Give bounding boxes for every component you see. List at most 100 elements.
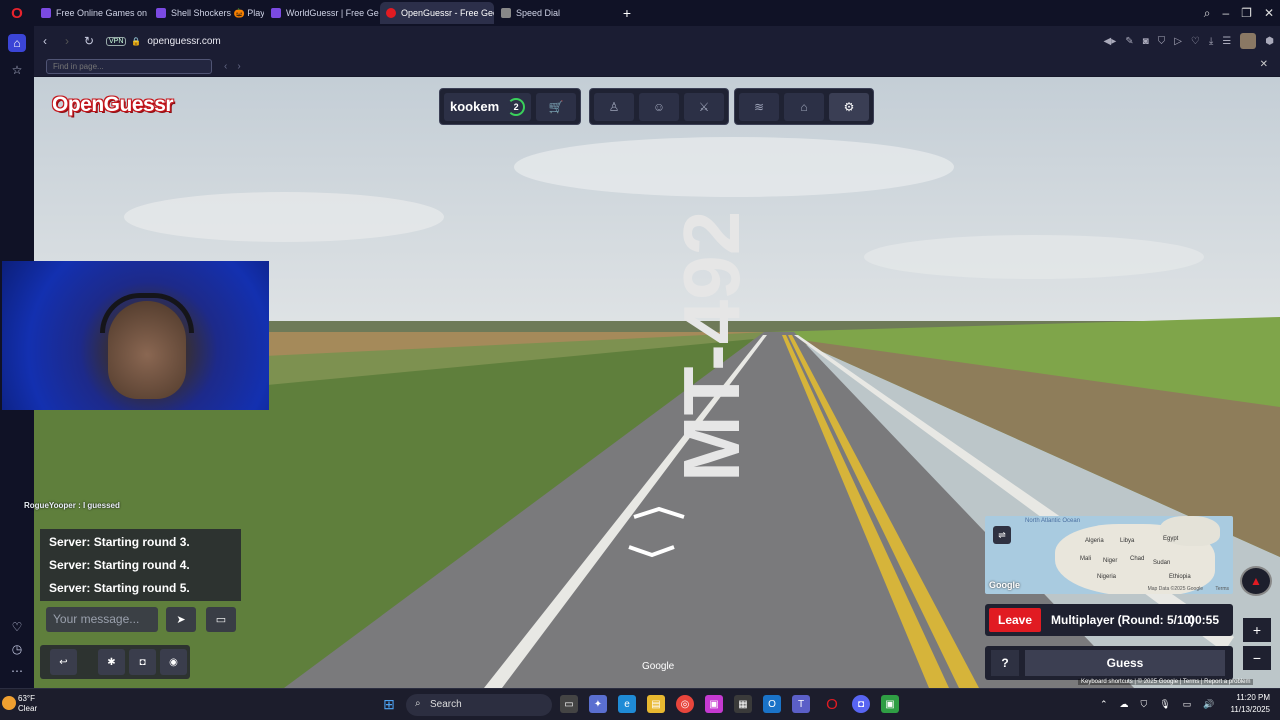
leave-button[interactable]: Leave xyxy=(989,608,1041,632)
terms-link[interactable]: Terms xyxy=(1183,679,1199,685)
find-next-icon[interactable]: › xyxy=(237,61,240,72)
chat-bubble-icon[interactable]: ▭ xyxy=(206,607,236,632)
bookmarks-star-icon[interactable]: ☆ xyxy=(8,61,26,79)
shop-cart-icon[interactable]: 🛒 xyxy=(536,92,577,121)
round-timer: 00:55 xyxy=(1188,613,1219,627)
user-profile-button[interactable]: kookem 2 xyxy=(444,92,532,121)
home-icon[interactable]: ⌂ xyxy=(8,34,26,52)
url-field[interactable]: openguessr.com xyxy=(147,36,220,47)
copilot-icon[interactable]: ✦ xyxy=(589,695,607,713)
edit-icon[interactable]: ✎ xyxy=(1125,36,1133,47)
game-action-row: ↩ ✱ ◘ ◉ xyxy=(40,645,190,679)
search-label: Search xyxy=(430,699,462,710)
minimize-button[interactable]: – xyxy=(1222,6,1229,20)
volume-icon[interactable]: 🔊 xyxy=(1203,699,1214,710)
download-icon[interactable]: ⤓ xyxy=(1209,36,1213,47)
send-icon[interactable]: ➤ xyxy=(166,607,196,632)
find-prev-icon[interactable]: ‹ xyxy=(224,61,227,72)
tab-shell-shockers[interactable]: Shell Shockers 🎃 Play on xyxy=(150,2,264,24)
history-clock-icon[interactable]: ◷ xyxy=(8,640,26,658)
guess-minimap[interactable]: ⇌ North Atlantic Ocean Algeria Libya Egy… xyxy=(985,516,1233,594)
aria-icon[interactable]: ◀▸ xyxy=(1104,36,1117,47)
more-dots-icon[interactable]: ⋯ xyxy=(8,662,26,680)
openguessr-logo[interactable]: OpenGuessr xyxy=(52,93,174,117)
discord-icon[interactable]: ◘ xyxy=(129,649,156,675)
edge-icon[interactable]: e xyxy=(618,695,636,713)
zoom-in-button[interactable]: + xyxy=(1243,618,1271,642)
close-find-icon[interactable]: ✕ xyxy=(1260,59,1268,70)
road-marking-text: MT-492 xyxy=(667,211,756,482)
opera-taskbar-icon[interactable]: O xyxy=(823,695,841,713)
teams-icon[interactable]: T xyxy=(792,695,810,713)
map-label: Sudan xyxy=(1153,560,1171,566)
shield-icon[interactable]: ⛉ xyxy=(1158,36,1166,47)
network-icon[interactable]: ▭ xyxy=(1183,699,1192,710)
chat-message-input[interactable]: Your message... xyxy=(46,607,158,632)
close-window-button[interactable]: ✕ xyxy=(1264,6,1274,20)
vpn-badge[interactable]: VPN xyxy=(106,36,127,46)
map-label: Egypt xyxy=(1163,536,1179,542)
opera-logo-icon[interactable]: O xyxy=(0,0,34,26)
help-button[interactable]: ? xyxy=(991,650,1019,676)
file-explorer-icon[interactable]: ▤ xyxy=(647,695,665,713)
tab-openguessr[interactable]: OpenGuessr - Free GeoGu xyxy=(380,2,494,24)
task-view-icon[interactable]: ▭ xyxy=(560,695,578,713)
store-icon[interactable]: ▦ xyxy=(734,695,752,713)
taskbar-search[interactable]: ⌕ Search xyxy=(406,694,552,716)
weather-widget[interactable]: 63°F Clear xyxy=(2,694,37,714)
tab-search-icon[interactable]: ⌕ xyxy=(1204,6,1211,21)
profile-avatar[interactable] xyxy=(1240,33,1257,49)
camera-icon[interactable]: ◙ xyxy=(1143,36,1149,47)
keyboard-shortcuts-link[interactable]: Keyboard shortcuts xyxy=(1081,679,1133,685)
cloud-icon[interactable]: ☁ xyxy=(1120,699,1129,710)
tab-crazygames[interactable]: Free Online Games on Cra xyxy=(35,2,149,24)
microphone-icon[interactable]: 🎙 xyxy=(1159,699,1170,710)
back-button[interactable]: ‹ xyxy=(34,34,56,48)
round-indicator: Multiplayer (Round: 5/10) xyxy=(1051,613,1195,627)
outlook-icon[interactable]: O xyxy=(763,695,781,713)
education-cap-icon[interactable]: ⌂ xyxy=(784,92,824,121)
map-label: Libya xyxy=(1120,538,1135,544)
menu-icon[interactable]: ☰ xyxy=(1222,36,1231,47)
play-icon[interactable]: ▷ xyxy=(1174,36,1182,47)
settings-gear-icon[interactable]: ⚙ xyxy=(829,92,869,121)
chat-message: Server: Starting round 5. xyxy=(49,581,190,595)
map-label: Niger xyxy=(1103,558,1118,564)
bug-report-icon[interactable]: ✱ xyxy=(98,649,125,675)
settings-toolgroup: ≋ ⌂ ⚙ xyxy=(734,88,874,125)
party-icon[interactable]: ♙ xyxy=(594,92,634,121)
map-settings-icon[interactable]: ⇌ xyxy=(993,526,1011,544)
weather-icon xyxy=(2,696,16,710)
reddit-icon[interactable]: ◉ xyxy=(160,649,187,675)
clock[interactable]: 11:20 PM 11/13/2025 xyxy=(1231,692,1270,716)
zoom-out-button[interactable]: − xyxy=(1243,646,1271,670)
guess-button[interactable]: Guess xyxy=(1025,650,1225,676)
heart-icon[interactable]: ♡ xyxy=(8,618,26,636)
shield-tray-icon[interactable]: ⛉ xyxy=(1141,699,1148,710)
compass-icon[interactable]: ▲ xyxy=(1240,566,1272,596)
chrome-icon[interactable]: ◎ xyxy=(676,695,694,713)
app-taskbar-icon[interactable]: ▣ xyxy=(881,695,899,713)
forward-button[interactable]: › xyxy=(56,34,78,48)
return-arrow-icon[interactable]: ↩ xyxy=(50,649,77,675)
multiplayer-icon[interactable]: ☺ xyxy=(639,92,679,121)
layers-icon[interactable]: ≋ xyxy=(739,92,779,121)
tab-worldguessr[interactable]: WorldGuessr | Free GeoGu xyxy=(265,2,379,24)
system-tray-icons[interactable]: ⌃ ☁ ⛉ 🎙 ▭ 🔊 xyxy=(1100,699,1214,710)
tab-favicon-icon xyxy=(386,8,396,18)
battle-swords-icon[interactable]: ⚔ xyxy=(684,92,724,121)
tab-speed-dial[interactable]: Speed Dial xyxy=(495,2,609,24)
new-tab-button[interactable]: + xyxy=(617,5,637,21)
app-icon[interactable]: ▣ xyxy=(705,695,723,713)
find-in-page-input[interactable] xyxy=(46,58,212,74)
maximize-button[interactable]: ❐ xyxy=(1241,6,1252,20)
cube-icon[interactable]: ⬢ xyxy=(1265,36,1274,47)
chevron-up-icon[interactable]: ⌃ xyxy=(1100,699,1108,710)
streetview-footer-links: Keyboard shortcuts | © 2025 Google | Ter… xyxy=(1078,679,1254,685)
reload-icon[interactable]: ↻ xyxy=(78,34,100,48)
heart-icon[interactable]: ♡ xyxy=(1191,36,1200,47)
windows-start-icon[interactable]: ⊞ xyxy=(380,695,398,713)
discord-taskbar-icon[interactable]: ◘ xyxy=(852,695,870,713)
report-problem-link[interactable]: Report a problem xyxy=(1204,679,1250,685)
map-terms-link[interactable]: Terms xyxy=(1215,586,1229,592)
